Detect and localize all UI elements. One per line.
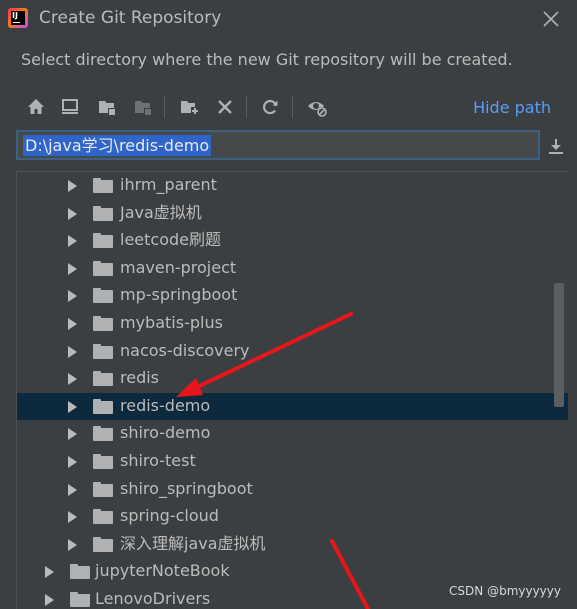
tree-item-label: nacos-discovery <box>120 340 250 360</box>
tree-item-label: redis-demo <box>120 395 211 415</box>
folder-icon <box>93 481 113 497</box>
tree-item-label: Java虚拟机 <box>120 202 202 222</box>
toolbar-separator <box>246 96 247 118</box>
expand-arrow-icon[interactable] <box>68 373 77 386</box>
expand-arrow-icon[interactable] <box>45 594 54 606</box>
folder-icon <box>93 178 113 193</box>
title-bar: IJ Create Git Repository <box>0 0 577 38</box>
tree-row[interactable]: redis <box>17 365 568 392</box>
folder-icon <box>93 371 113 387</box>
expand-arrow-icon[interactable] <box>68 400 77 413</box>
path-input[interactable]: D:\java学习\redis-demo <box>16 130 540 160</box>
folder-icon <box>93 205 113 221</box>
folder-icon <box>70 592 90 607</box>
expand-arrow-icon[interactable] <box>68 290 77 303</box>
tree-row[interactable]: mybatis-plus <box>17 310 568 337</box>
expand-arrow-icon[interactable] <box>68 428 77 441</box>
tree-row[interactable]: Java虚拟机 <box>17 200 568 227</box>
toolbar: Hide path <box>16 92 561 122</box>
refresh-icon <box>263 99 278 115</box>
show-hidden-files-button[interactable] <box>304 94 330 120</box>
delete-button[interactable] <box>212 94 238 120</box>
refresh-button[interactable] <box>257 94 283 120</box>
toolbar-separator <box>164 96 165 118</box>
folder-icon <box>70 564 90 580</box>
hide-path-link[interactable]: Hide path <box>473 98 551 117</box>
show-hidden-icon <box>308 102 327 117</box>
delete-icon <box>218 100 232 114</box>
directory-tree[interactable]: ihrm_parent Java虚拟机 leetcode刷题 maven-projec… <box>16 171 568 609</box>
intellij-idea-icon: IJ <box>8 8 28 28</box>
tree-row[interactable]: ihrm_parent <box>17 172 568 199</box>
tree-scrollbar-thumb[interactable] <box>554 283 564 407</box>
tree-row[interactable]: leetcode刷题 <box>17 227 568 254</box>
tree-row[interactable]: nacos-discovery <box>17 338 568 365</box>
folder-icon <box>93 343 113 359</box>
path-input-value: D:\java学习\redis-demo <box>23 135 212 156</box>
module-folder-icon <box>135 101 152 116</box>
folder-icon <box>93 260 113 276</box>
tree-row[interactable]: jupyterNoteBook <box>17 558 568 585</box>
dialog-description: Select directory where the new Git repos… <box>21 50 513 69</box>
tree-item-label: 深入理解java虚拟机 <box>120 533 266 553</box>
expand-arrow-icon[interactable] <box>68 511 77 524</box>
tree-item-label: spring-cloud <box>120 506 219 526</box>
new-folder-button[interactable] <box>176 94 202 120</box>
expand-arrow-icon[interactable] <box>68 318 77 330</box>
desktop-icon <box>62 99 78 114</box>
tree-item-label: shiro-demo <box>120 423 211 443</box>
project-folder-icon <box>99 101 116 116</box>
window-title: Create Git Repository <box>39 8 222 28</box>
home-button[interactable] <box>23 94 49 120</box>
expand-arrow-icon[interactable] <box>68 262 77 275</box>
path-history-button[interactable] <box>546 136 566 156</box>
tree-item-label: mybatis-plus <box>120 313 223 332</box>
folder-icon <box>93 426 113 442</box>
module-directory-button[interactable] <box>130 94 156 120</box>
expand-arrow-icon[interactable] <box>68 456 77 468</box>
expand-arrow-icon[interactable] <box>45 566 54 579</box>
expand-arrow-icon[interactable] <box>68 207 77 220</box>
expand-arrow-icon[interactable] <box>68 538 77 551</box>
tree-row[interactable]: shiro_springboot <box>17 476 568 503</box>
tree-row[interactable]: shiro-demo <box>17 420 568 447</box>
new-folder-icon <box>181 101 199 115</box>
tree-item-label: shiro-test <box>120 451 196 470</box>
project-directory-button[interactable] <box>94 94 120 120</box>
folder-icon <box>93 454 113 469</box>
tree-row[interactable]: 深入理解java虚拟机 <box>17 531 568 558</box>
folder-icon <box>93 398 113 414</box>
expand-arrow-icon[interactable] <box>68 235 77 248</box>
tree-item-label: mp-springboot <box>120 285 238 305</box>
folder-icon <box>93 288 113 304</box>
watermark: CSDN @bmyyyyyy <box>449 584 561 598</box>
create-git-repository-dialog: IJ Create Git Repository Select director… <box>0 0 577 609</box>
tree-item-label: redis <box>120 368 160 388</box>
tree-item-label: jupyterNoteBook <box>95 561 230 581</box>
app-icon-text: IJ <box>12 11 18 20</box>
expand-arrow-icon[interactable] <box>68 483 77 496</box>
toolbar-separator <box>292 96 293 118</box>
tree-item-label: ihrm_parent <box>120 175 217 194</box>
expand-arrow-icon[interactable] <box>68 180 77 192</box>
tree-row[interactable]: spring-cloud <box>17 503 568 530</box>
tree-item-label: shiro_springboot <box>120 478 253 498</box>
folder-icon <box>93 536 113 552</box>
tree-row[interactable]: shiro-test <box>17 448 568 475</box>
download-icon <box>549 139 563 154</box>
tree-row-selected[interactable]: redis-demo <box>17 392 568 420</box>
tree-item-label: leetcode刷题 <box>120 230 221 250</box>
folder-icon <box>93 233 113 249</box>
expand-arrow-icon[interactable] <box>68 345 77 358</box>
close-icon <box>543 11 559 27</box>
tree-row[interactable]: mp-springboot <box>17 282 568 309</box>
tree-item-label: maven-project <box>120 257 237 277</box>
folder-icon <box>93 509 113 525</box>
tree-item-label: LenovoDrivers <box>95 589 211 608</box>
folder-icon <box>93 316 113 331</box>
home-icon <box>28 99 44 114</box>
close-button[interactable] <box>540 8 562 30</box>
tree-row[interactable]: maven-project <box>17 255 568 282</box>
desktop-button[interactable] <box>57 94 83 120</box>
